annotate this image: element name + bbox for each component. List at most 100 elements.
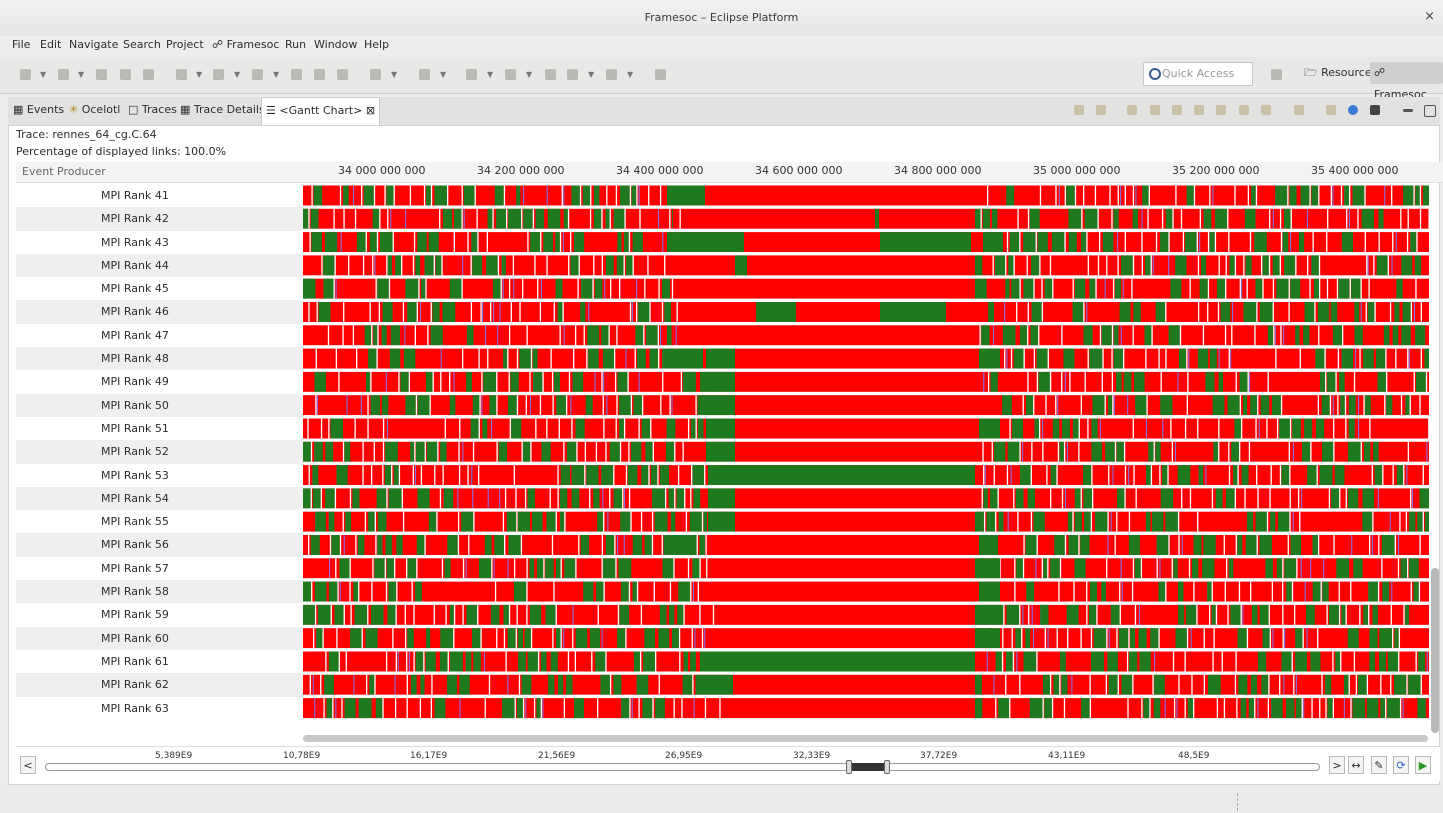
gantt-gap[interactable] [1246,628,1249,649]
gantt-gap[interactable] [619,278,621,299]
gantt-state-bar[interactable] [589,628,600,649]
gantt-gap[interactable] [1299,511,1301,532]
gantt-link[interactable] [1258,418,1260,439]
gantt-state-bar[interactable] [979,535,998,555]
gantt-gap[interactable] [526,581,528,602]
event-producer-row[interactable]: MPI Rank 57 [16,557,303,580]
gantt-state-bar[interactable] [1238,674,1248,695]
scroll-right-button[interactable]: > [1329,756,1345,774]
gantt-gap[interactable] [1228,441,1230,462]
gantt-gap[interactable] [1234,674,1237,695]
gantt-gap[interactable] [414,325,416,346]
gantt-state-bar[interactable] [312,488,321,509]
gantt-state-bar[interactable] [313,185,323,206]
gantt-state-bar[interactable] [374,558,385,579]
gantt-state-bar[interactable] [659,465,669,486]
gantt-link[interactable] [1035,558,1037,579]
gantt-gap[interactable] [983,511,986,532]
gantt-link[interactable] [993,325,995,346]
gantt-gap[interactable] [1224,581,1226,602]
gantt-state-bar[interactable] [580,278,593,299]
gantt-gap[interactable] [640,511,643,532]
gantt-gap[interactable] [1089,674,1091,695]
gantt-state-bar[interactable] [668,604,675,625]
gantt-gap[interactable] [1131,278,1133,299]
gantt-state-bar[interactable] [1336,558,1350,579]
gantt-gap[interactable] [712,604,715,625]
gantt-state-bar[interactable] [1052,418,1060,439]
menu-file[interactable]: File [12,38,30,51]
gantt-gap[interactable] [1203,674,1206,695]
gantt-link[interactable] [1306,208,1308,229]
gantt-gap[interactable] [461,208,463,229]
event-producer-row[interactable]: MPI Rank 62 [16,673,303,697]
select-prev-icon[interactable] [1150,105,1160,115]
gantt-gap[interactable] [669,208,671,229]
gantt-gap[interactable] [1369,535,1371,555]
gantt-gap[interactable] [382,441,385,462]
gantt-state-bar[interactable] [1405,604,1410,625]
gantt-gap[interactable] [549,488,551,509]
gantt-gap[interactable] [524,488,527,509]
gantt-gap[interactable] [669,581,672,602]
gantt-link[interactable] [1355,348,1357,369]
gantt-gap[interactable] [1392,465,1394,486]
gantt-gap[interactable] [527,232,529,253]
gantt-gap[interactable] [1225,278,1227,299]
gantt-gap[interactable] [1128,628,1130,649]
gantt-link[interactable] [594,371,596,392]
gantt-gap[interactable] [342,441,345,462]
gantt-gap[interactable] [979,325,981,346]
gantt-gap[interactable] [310,441,313,462]
gantt-gap[interactable] [555,604,557,625]
gantt-state-bar[interactable] [521,674,532,695]
gantt-state-bar[interactable] [1088,604,1097,625]
gantt-gap[interactable] [1279,465,1282,486]
gantt-link[interactable] [1190,628,1192,649]
gantt-link[interactable] [499,488,501,509]
gantt-link[interactable] [1122,278,1124,299]
gantt-state-bar[interactable] [1317,302,1330,322]
gantt-gap[interactable] [462,604,464,625]
gantt-gap[interactable] [1116,628,1118,649]
gantt-state-bar[interactable] [654,511,668,532]
gantt-gap[interactable] [589,488,591,509]
gantt-gap[interactable] [1224,325,1227,346]
gantt-gap[interactable] [1057,441,1060,462]
gantt-gap[interactable] [622,488,624,509]
gantt-state-bar[interactable] [621,698,630,719]
gantt-state-bar[interactable] [1034,418,1039,439]
gantt-gap[interactable] [1223,698,1226,719]
gantt-state-bar[interactable] [1369,651,1376,672]
gantt-state-bar[interactable] [1175,628,1187,649]
gantt-state-bar[interactable] [1160,488,1174,509]
gantt-state-bar[interactable] [339,558,350,579]
pencil-icon[interactable]: ✎ [1371,756,1387,774]
gantt-state-bar[interactable] [1158,581,1166,602]
gantt-link[interactable] [993,674,995,695]
gantt-state-bar[interactable] [1330,302,1338,322]
gantt-state-bar[interactable] [555,278,563,299]
gantt-gap[interactable] [1407,558,1409,579]
gantt-gap[interactable] [1213,628,1215,649]
gantt-state-bar[interactable] [998,511,1004,532]
gantt-gap[interactable] [411,581,413,602]
gantt-state-bar[interactable] [1354,325,1363,346]
gantt-gap[interactable] [1240,604,1242,625]
gantt-state-bar[interactable] [517,698,523,719]
last-edit-icon[interactable] [545,69,556,80]
gantt-state-bar[interactable] [580,535,590,555]
gantt-link[interactable] [1406,465,1408,486]
gantt-state-bar[interactable] [1295,325,1300,346]
gantt-state-bar[interactable] [1408,511,1416,532]
gantt-state-bar[interactable] [352,488,360,509]
gantt-gap[interactable] [685,511,688,532]
horizontal-scrollbar[interactable] [303,735,1428,742]
gantt-state-bar[interactable] [1152,511,1164,532]
gantt-gap[interactable] [614,371,617,392]
gantt-state-bar[interactable] [1165,511,1178,532]
gantt-gap[interactable] [1287,185,1289,206]
gantt-state-bar[interactable] [415,581,422,602]
gantt-gap[interactable] [1256,465,1258,486]
gantt-gap[interactable] [1254,325,1256,346]
